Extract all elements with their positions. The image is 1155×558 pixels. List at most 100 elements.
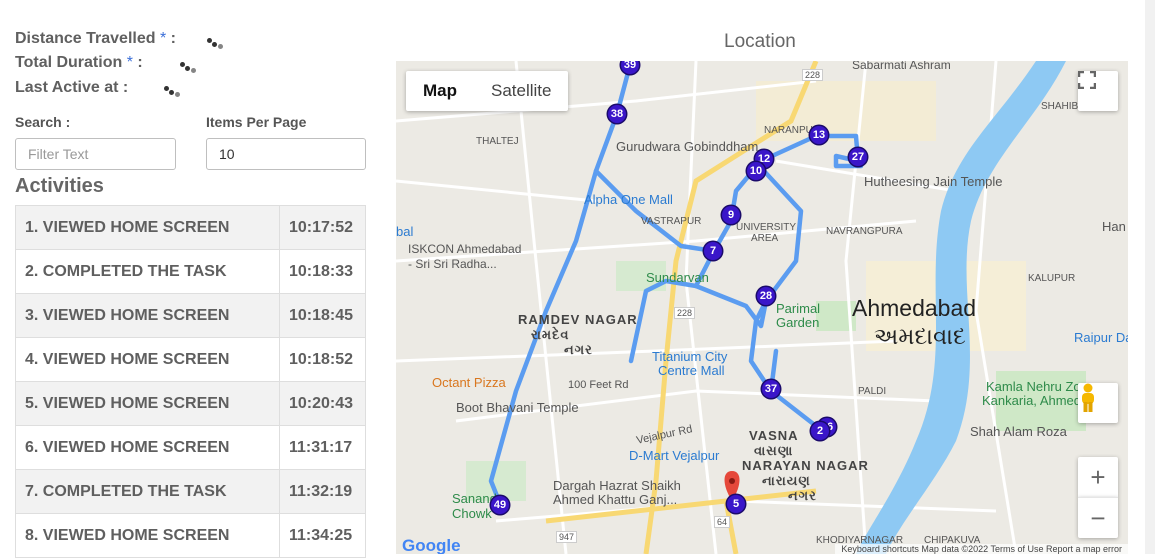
map-label-titanium2: Centre Mall [658, 363, 725, 378]
route-marker[interactable]: 37 [762, 380, 780, 398]
route-marker[interactable]: 38 [608, 105, 626, 123]
activity-name: 3. VIEWED HOME SCREEN [15, 293, 280, 338]
activity-name: 6. VIEWED HOME SCREEN [15, 425, 280, 470]
road-shield-947: 947 [556, 531, 578, 543]
map-label-university: UNIVERSITY [736, 222, 797, 233]
map-label-ramdev-gu2: નગર [564, 342, 593, 357]
loading-icon [180, 62, 200, 76]
zoom-in-button[interactable]: + [1078, 457, 1118, 497]
map-label-parimal: Parimal [776, 301, 821, 316]
zoom-out-button[interactable]: − [1078, 497, 1118, 538]
table-row[interactable]: 2. COMPLETED THE TASK 10:18:33 [15, 249, 366, 294]
map-label-vasna: VASNA [749, 428, 799, 443]
activity-time: 11:34:25 [279, 513, 366, 558]
map-label-ramdev: RAMDEV NAGAR [518, 312, 638, 327]
pegman-icon [1082, 383, 1094, 412]
map-label-iskcon: ISKCON Ahmedabad [408, 242, 522, 256]
map-label-vasna-gu: વાસણા [754, 443, 794, 458]
map-label-kalupur: KALUPUR [1028, 273, 1076, 284]
table-row[interactable]: 8. VIEWED HOME SCREEN 11:34:25 [15, 513, 366, 558]
map-label-vastrapur: VASTRAPUR [641, 216, 702, 227]
activity-name: 7. COMPLETED THE TASK [15, 469, 280, 514]
search-input[interactable] [15, 138, 176, 170]
google-logo: Google [402, 536, 461, 554]
map-label-thaltej: THALTEJ [476, 136, 519, 147]
map-label-iskcon2: - Sri Sri Radha... [408, 257, 497, 271]
location-map[interactable]: Ahmedabad અમદાવાદ RAMDEV NAGAR રામદેવ નગ… [396, 61, 1128, 554]
route-marker[interactable]: 10 [747, 162, 765, 180]
items-per-page-input[interactable] [206, 138, 366, 170]
map-label-narayan: NARAYAN NAGAR [742, 458, 869, 473]
required-mark: * [126, 54, 133, 71]
map-label-octant: Octant Pizza [432, 375, 506, 390]
road-shield-228: 228 [802, 69, 824, 81]
location-title: Location [724, 31, 796, 52]
activity-name: 4. VIEWED HOME SCREEN [15, 337, 280, 382]
items-per-page-label: Items Per Page [206, 114, 307, 130]
activity-name: 1. VIEWED HOME SCREEN [15, 205, 280, 250]
table-row[interactable]: 1. VIEWED HOME SCREEN 10:17:52 [15, 205, 366, 250]
road-shield-64: 64 [714, 516, 731, 528]
table-row[interactable]: 6. VIEWED HOME SCREEN 11:31:17 [15, 425, 366, 470]
table-row[interactable]: 5. VIEWED HOME SCREEN 10:20:43 [15, 381, 366, 426]
route-marker[interactable]: 5 [727, 495, 745, 513]
search-label: Search : [15, 114, 71, 130]
route-marker[interactable]: 27 [849, 148, 867, 166]
pin-center [729, 478, 735, 484]
map-label-navrangpura: NAVRANGPURA [826, 226, 903, 237]
table-row[interactable]: 3. VIEWED HOME SCREEN 10:18:45 [15, 293, 366, 338]
map-label-paldi: PALDI [858, 386, 887, 397]
route-marker[interactable]: 13 [810, 126, 828, 144]
activity-time: 10:18:45 [279, 293, 366, 338]
page-scrollbar[interactable] [1145, 0, 1155, 554]
table-row[interactable]: 4. VIEWED HOME SCREEN 10:18:52 [15, 337, 366, 382]
street-view-pegman[interactable] [1078, 383, 1118, 423]
distance-travelled-label: Distance Travelled * : [15, 30, 176, 47]
map-label-shahibag: SHAHIB [1041, 101, 1079, 112]
map-label-han: Han [1102, 219, 1126, 234]
map-type-map-button[interactable]: Map [406, 71, 474, 111]
activity-time: 10:18:52 [279, 337, 366, 382]
map-type-control[interactable]: Map Satellite [406, 71, 569, 111]
route-marker[interactable]: 9 [722, 206, 740, 224]
map-label-raipur: Raipur Da [1074, 330, 1128, 345]
required-mark: * [159, 30, 167, 47]
map-label-university2: AREA [751, 233, 779, 244]
map-label-city-gu: અમદાવાદ [874, 323, 966, 349]
map-label-shah: Shah Alam Roza [970, 424, 1067, 439]
activity-time: 11:31:17 [279, 425, 366, 470]
activity-time: 10:17:52 [279, 205, 366, 250]
map-label-bal: bal [396, 224, 414, 239]
activity-name: 5. VIEWED HOME SCREEN [15, 381, 280, 426]
map-label-kamla: Kamla Nehru Zoo [986, 379, 1088, 394]
route-marker[interactable]: 49 [491, 496, 509, 514]
route-marker[interactable]: 7 [704, 242, 722, 260]
activity-time: 11:32:19 [279, 469, 366, 514]
activities-title: Activities [15, 175, 104, 197]
map-label-dmart: D-Mart Vejalpur [629, 448, 720, 463]
fullscreen-icon [1078, 71, 1096, 89]
loading-icon [164, 86, 184, 100]
map-label-chowk: Chowk [452, 506, 492, 521]
map-label-gurudwara: Gurudwara Gobinddham [616, 139, 759, 154]
loading-icon [207, 38, 227, 52]
last-active-label: Last Active at : [15, 79, 129, 96]
activities-table: 1. VIEWED HOME SCREEN 10:17:52 2. COMPLET… [15, 205, 366, 558]
map-footer: Keyboard shortcuts Map data ©2022 Terms … [835, 544, 1128, 554]
map-label-narayan-gu2: નગર [788, 488, 817, 503]
map-label-dargah2: Ahmed Khattu Ganj... [553, 492, 678, 507]
activity-time: 10:20:43 [279, 381, 366, 426]
route-marker[interactable]: 2 [811, 422, 829, 440]
route-marker[interactable]: 28 [757, 287, 775, 305]
table-row[interactable]: 7. COMPLETED THE TASK 11:32:19 [15, 469, 366, 514]
map-label-sundarvan: Sundarvan [646, 270, 709, 285]
fullscreen-button[interactable] [1078, 71, 1118, 111]
map-label-narayan-gu: નારાયણ [762, 473, 811, 488]
map-label-parimal2: Garden [776, 315, 820, 330]
map-label-city: Ahmedabad [852, 295, 977, 321]
map-label-hutheesing: Hutheesing Jain Temple [864, 174, 1003, 189]
map-label-ramdev-gu: રામદેવ [531, 327, 570, 342]
map-label-dargah: Dargah Hazrat Shaikh [553, 478, 681, 493]
map-type-satellite-button[interactable]: Satellite [474, 71, 568, 111]
map-label-feet: 100 Feet Rd [568, 379, 629, 391]
